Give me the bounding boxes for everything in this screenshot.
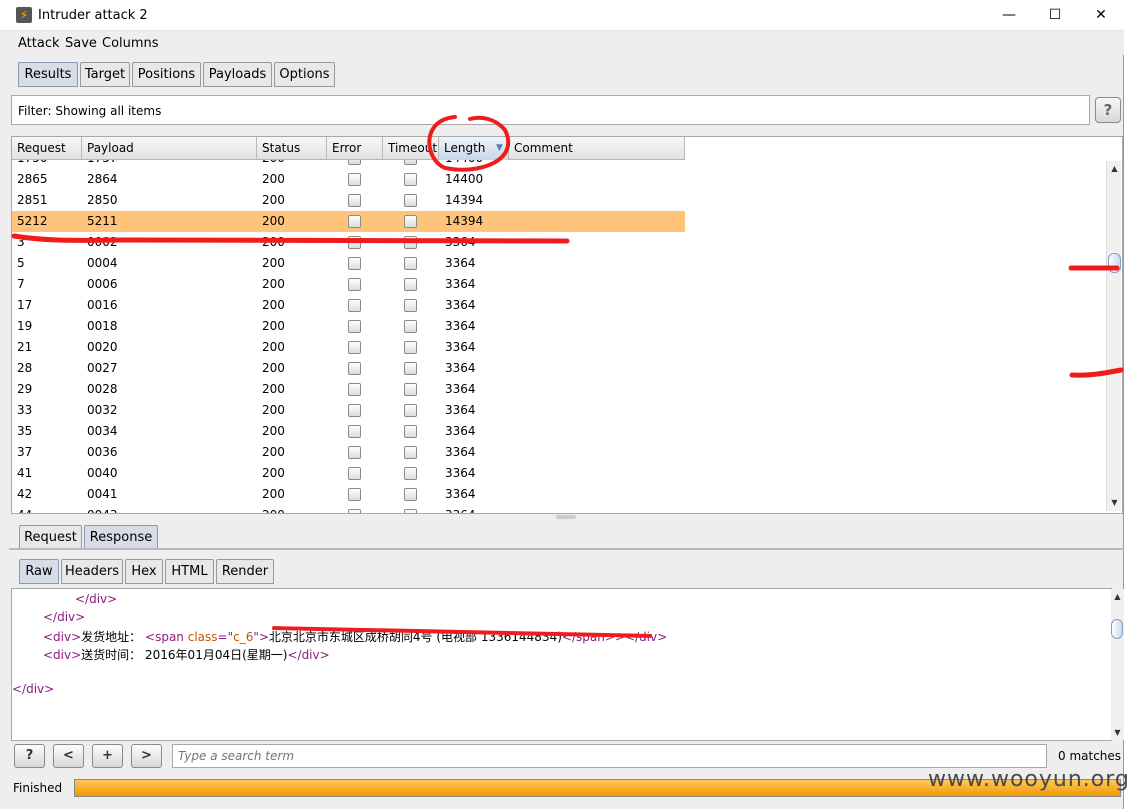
annotation-layer	[11, 115, 1124, 378]
red-circle-annotation	[427, 115, 511, 172]
red-scroll-mark-annotation	[1069, 367, 1124, 378]
watermark: www.wooyun.org	[928, 767, 1130, 792]
red-underline-annotation	[11, 233, 570, 244]
